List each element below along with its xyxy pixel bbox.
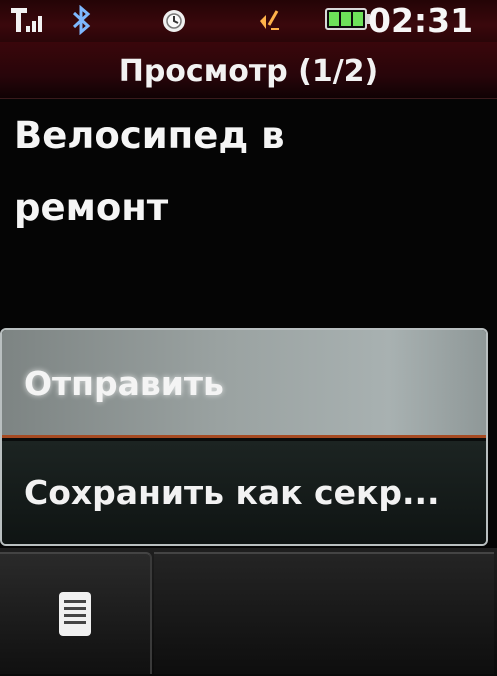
title-bar: Просмотр (1/2) xyxy=(0,42,497,99)
signal-icon xyxy=(10,4,46,36)
right-softkey[interactable] xyxy=(154,552,494,674)
message-body: Велосипед в ремонт xyxy=(14,100,484,244)
status-bar: 02:31 xyxy=(0,0,497,42)
options-menu: Отправить Сохранить как секр... xyxy=(0,328,488,546)
message-line-2: ремонт xyxy=(14,186,169,229)
alarm-icon xyxy=(160,4,188,36)
left-softkey[interactable] xyxy=(0,552,152,674)
bluetooth-icon xyxy=(70,4,92,36)
softkey-bar xyxy=(0,548,497,676)
volume-icon xyxy=(257,4,281,36)
page-title: Просмотр (1/2) xyxy=(118,54,379,89)
clock-time: 02:31 xyxy=(368,1,474,40)
menu-list-icon xyxy=(59,592,91,636)
menu-item-send[interactable]: Отправить xyxy=(2,330,486,438)
battery-icon xyxy=(325,8,367,30)
menu-item-save-as-secret[interactable]: Сохранить как секр... xyxy=(2,441,486,544)
message-line-1: Велосипед в xyxy=(14,114,285,157)
